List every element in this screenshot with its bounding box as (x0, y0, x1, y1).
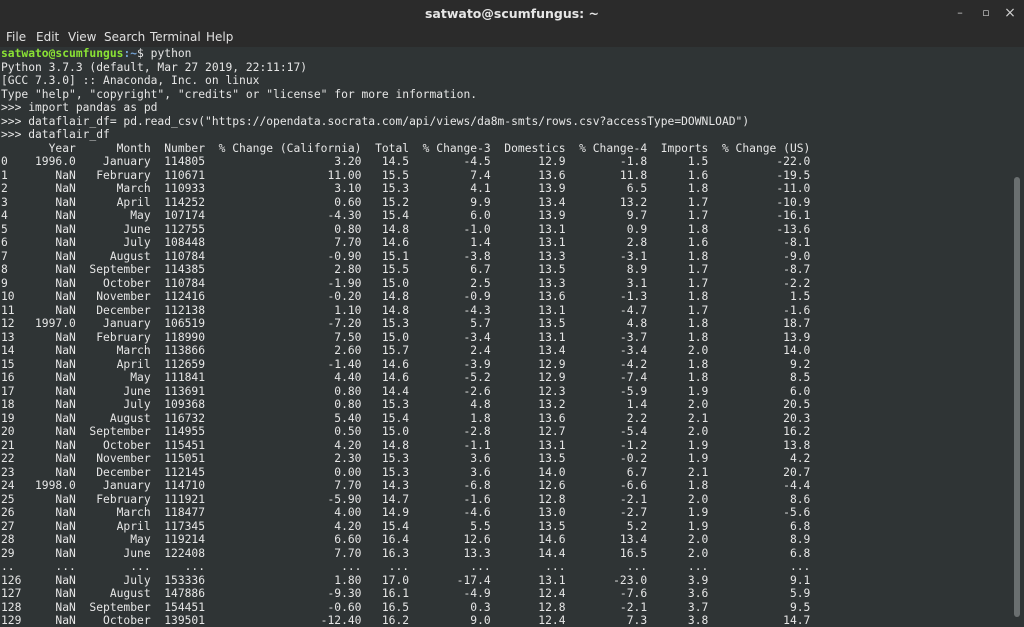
terminal-line: 3 NaN April 114252 0.60 15.2 9.9 13.4 13… (1, 195, 811, 209)
terminal-line: 14 NaN March 113866 2.60 15.7 2.4 13.4 -… (1, 344, 811, 357)
terminal-line: 23 NaN December 112145 0.00 15.3 3.6 14.… (1, 465, 811, 479)
terminal-lines: Python 3.7.3 (default, Mar 27 2019, 22:1… (1, 61, 810, 627)
terminal-line: 4 NaN May 107174 -4.30 15.4 6.0 13.9 9.7… (1, 209, 811, 222)
terminal-line: 21 NaN October 115451 4.20 14.8 -1.1 13.… (1, 438, 811, 452)
terminal-line: 29 NaN June 122408 7.70 16.3 13.3 14.4 1… (1, 546, 811, 560)
window-title: satwato@scumfungus: ~ (424, 6, 600, 21)
prompt-path: :~ (123, 47, 138, 60)
scrollbar-thumb[interactable] (1014, 177, 1020, 617)
terminal-line: 25 NaN February 111921 -5.90 14.7 -1.6 1… (1, 492, 811, 506)
terminal-line: 27 NaN April 117345 4.20 15.4 5.5 13.5 5… (1, 519, 811, 533)
menu-view[interactable]: View (68, 30, 96, 44)
menu-edit[interactable]: Edit (36, 30, 59, 44)
terminal-line: 13 NaN February 118990 7.50 15.0 -3.4 13… (1, 330, 811, 344)
terminal-output: satwato@scumfungus:~$ python Python 3.7.… (1, 47, 810, 627)
terminal-line: Python 3.7.3 (default, Mar 27 2019, 22:1… (1, 60, 308, 74)
terminal-line: >>> import pandas as pd (1, 101, 158, 114)
menu-search[interactable]: Search (104, 30, 145, 44)
terminal-line: 10 NaN November 112416 -0.20 14.8 -0.9 1… (1, 290, 811, 303)
prompt-symbol: $ (137, 47, 144, 60)
terminal-line: 5 NaN June 112755 0.80 14.8 -1.0 13.1 0.… (1, 222, 811, 236)
prompt-user-host: satwato@scumfungus (1, 47, 124, 60)
terminal-line: 22 NaN November 115051 2.30 15.3 3.6 13.… (1, 452, 811, 465)
maximize-icon[interactable]: ▫ (978, 5, 994, 21)
terminal-line: >>> dataflair_df (1, 128, 110, 141)
terminal-line: 7 NaN August 110784 -0.90 15.1 -3.8 13.3… (1, 249, 811, 263)
terminal-line: 127 NaN August 147886 -9.30 16.1 -4.9 12… (1, 587, 811, 600)
terminal-line: 6 NaN July 108448 7.70 14.6 1.4 13.1 2.8… (1, 236, 811, 249)
terminal-view[interactable]: satwato@scumfungus:~$ python Python 3.7.… (0, 47, 1010, 627)
terminal-line: 128 NaN September 154451 -0.60 16.5 0.3 … (1, 600, 811, 614)
terminal-line: 11 NaN December 112138 1.10 14.8 -4.3 13… (1, 303, 811, 317)
terminal-line: 2 NaN March 110933 3.10 15.3 4.1 13.9 6.… (1, 182, 811, 195)
terminal-line: 26 NaN March 118477 4.00 14.9 -4.6 13.0 … (1, 506, 811, 519)
terminal-line: 28 NaN May 119214 6.60 16.4 12.6 14.6 13… (1, 533, 811, 546)
terminal-line: 1 NaN February 110671 11.00 15.5 7.4 13.… (1, 168, 811, 182)
terminal-line: 24 1998.0 January 114710 7.70 14.3 -6.8 … (1, 479, 811, 492)
menu-help[interactable]: Help (206, 30, 233, 44)
terminal-line: 18 NaN July 109368 0.80 15.3 4.8 13.2 1.… (1, 398, 811, 411)
terminal-line: [GCC 7.3.0] :: Anaconda, Inc. on linux (1, 74, 260, 87)
terminal-line: .. ... ... ... ... ... ... ... ... ... .… (1, 560, 811, 573)
terminal-line: 8 NaN September 114385 2.80 15.5 6.7 13.… (1, 263, 811, 276)
terminal-line: 17 NaN June 113691 0.80 14.4 -2.6 12.3 -… (1, 384, 811, 398)
terminal-line: 126 NaN July 153336 1.80 17.0 -17.4 13.1… (1, 573, 811, 587)
terminal-line: 19 NaN August 116732 5.40 15.4 1.8 13.6 … (1, 411, 811, 425)
terminal-line: 16 NaN May 111841 4.40 14.6 -5.2 12.9 -7… (1, 371, 811, 384)
minimize-icon[interactable]: – (952, 5, 968, 21)
window-titlebar[interactable]: satwato@scumfungus: ~ – ▫ × (0, 0, 1024, 27)
terminal-line: 15 NaN April 112659 -1.40 14.6 -3.9 12.9… (1, 357, 811, 371)
terminal-line: 0 1996.0 January 114805 3.20 14.5 -4.5 1… (1, 155, 811, 168)
terminal-scrollbar[interactable] (1010, 47, 1024, 627)
terminal-line: >>> dataflair_df= pd.read_csv("https://o… (1, 114, 750, 128)
close-icon[interactable]: × (1002, 5, 1018, 21)
terminal-line: Year Month Number % Change (California) … (1, 141, 811, 155)
terminal-line: 9 NaN October 110784 -1.90 15.0 2.5 13.3… (1, 276, 811, 290)
menu-bar: File Edit View Search Terminal Help (0, 27, 1024, 48)
menu-file[interactable]: File (6, 30, 26, 44)
terminal-line: 12 1997.0 January 106519 -7.20 15.3 5.7 … (1, 317, 811, 330)
menu-terminal[interactable]: Terminal (150, 30, 201, 44)
terminal-line: 129 NaN October 139501 -12.40 16.2 9.0 1… (1, 614, 811, 627)
terminal-line: 20 NaN September 114955 0.50 15.0 -2.8 1… (1, 425, 811, 438)
prompt-command: python (143, 47, 192, 60)
terminal-line: Type "help", "copyright", "credits" or "… (1, 87, 478, 101)
